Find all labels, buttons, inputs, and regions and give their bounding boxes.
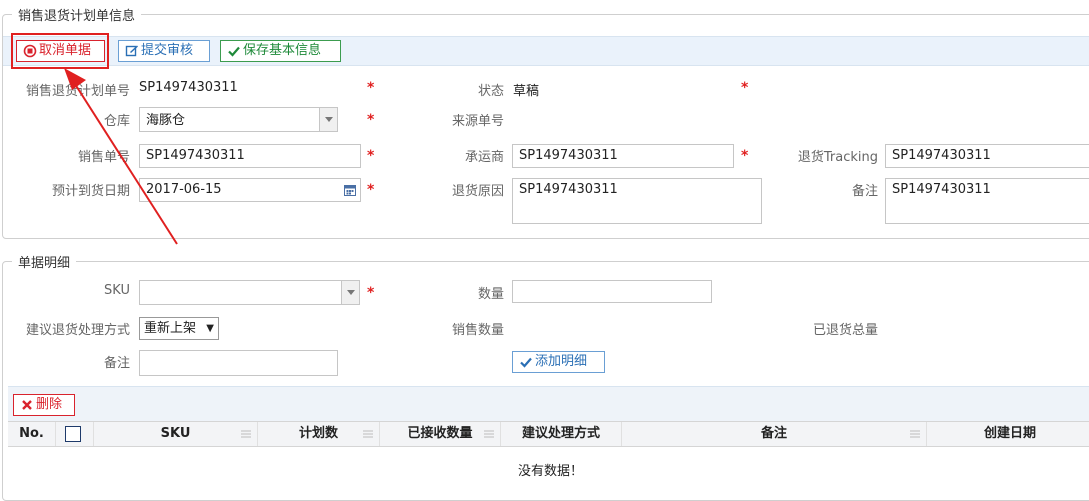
col-planned[interactable]: 计划数 bbox=[258, 422, 380, 446]
menu-icon bbox=[241, 430, 251, 438]
status-label: 状态 bbox=[477, 84, 504, 99]
col-remark[interactable]: 备注 bbox=[622, 422, 927, 446]
method-select-value: 重新上架 bbox=[144, 321, 197, 336]
remark-textarea[interactable]: SP1497430311 bbox=[885, 178, 1089, 224]
menu-icon bbox=[484, 430, 494, 438]
col-select-all[interactable] bbox=[56, 422, 94, 446]
col-method-label: 建议处理方式 bbox=[521, 426, 600, 441]
detail-remark-label: 备注 bbox=[103, 356, 130, 371]
reason-label: 退货原因 bbox=[451, 184, 504, 199]
warehouse-label: 仓库 bbox=[103, 114, 130, 129]
sales-qty-label: 销售数量 bbox=[451, 323, 504, 338]
submit-review-button[interactable]: 提交审核 bbox=[118, 40, 210, 62]
tracking-input[interactable]: SP1497430311 bbox=[885, 144, 1089, 168]
status-value: 草稿 bbox=[513, 84, 540, 99]
qty-label: 数量 bbox=[477, 287, 504, 302]
grid-toolbar bbox=[8, 386, 1089, 422]
required-mark: * bbox=[367, 285, 375, 301]
menu-icon bbox=[363, 430, 373, 438]
select-all-checkbox[interactable] bbox=[65, 426, 81, 442]
method-select[interactable]: 重新上架 ▼ bbox=[139, 317, 219, 340]
returned-total-label: 已退货总量 bbox=[812, 323, 878, 338]
arrival-date-label: 预计到货日期 bbox=[51, 184, 130, 199]
warehouse-select[interactable]: 海豚仓 bbox=[139, 107, 338, 132]
plan-info-legend: 销售退货计划单信息 bbox=[12, 5, 142, 24]
arrival-date-input[interactable]: 2017-06-15 bbox=[139, 178, 361, 202]
sales-no-label: 销售单号 bbox=[77, 150, 130, 165]
add-detail-button[interactable]: 添加明细 bbox=[512, 351, 605, 373]
required-mark: * bbox=[367, 80, 375, 96]
sales-no-input[interactable]: SP1497430311 bbox=[139, 144, 361, 168]
source-no-label: 来源单号 bbox=[451, 114, 504, 129]
col-sku-label: SKU bbox=[160, 426, 191, 441]
chevron-down-icon bbox=[319, 108, 337, 131]
check-icon bbox=[520, 357, 532, 368]
plan-no-value: SP1497430311 bbox=[139, 80, 238, 95]
save-basic-info-button[interactable]: 保存基本信息 bbox=[220, 40, 341, 62]
detail-remark-textarea[interactable] bbox=[139, 350, 338, 376]
calendar-icon[interactable] bbox=[344, 184, 356, 196]
method-label: 建议退货处理方式 bbox=[25, 323, 130, 338]
add-detail-label: 添加明细 bbox=[535, 354, 588, 369]
col-created-label: 创建日期 bbox=[983, 426, 1036, 441]
col-received-label: 已接收数量 bbox=[407, 426, 473, 441]
grid-empty-message: 没有数据！ bbox=[517, 464, 583, 479]
carrier-label: 承运商 bbox=[464, 150, 504, 165]
plan-no-label: 销售退货计划单号 bbox=[25, 84, 130, 99]
sku-select[interactable] bbox=[139, 280, 360, 305]
remark-label: 备注 bbox=[851, 184, 878, 199]
col-received[interactable]: 已接收数量 bbox=[380, 422, 501, 446]
qty-input[interactable] bbox=[512, 280, 712, 303]
edit-icon bbox=[125, 45, 138, 57]
required-mark: * bbox=[741, 148, 749, 164]
stop-circle-icon bbox=[23, 44, 37, 58]
col-created[interactable]: 创建日期 bbox=[927, 422, 1089, 446]
detail-legend: 单据明细 bbox=[12, 252, 77, 271]
save-basic-info-label: 保存基本信息 bbox=[243, 43, 322, 58]
required-mark: * bbox=[367, 112, 375, 128]
sku-label: SKU bbox=[104, 283, 130, 298]
cancel-document-button[interactable]: 取消单据 bbox=[16, 40, 105, 62]
caret-down-icon: ▼ bbox=[206, 323, 214, 334]
required-mark: * bbox=[367, 182, 375, 198]
required-mark: * bbox=[741, 80, 749, 96]
tracking-label: 退货Tracking bbox=[797, 150, 878, 165]
chevron-down-icon bbox=[341, 281, 359, 304]
col-sku[interactable]: SKU bbox=[94, 422, 258, 446]
check-icon bbox=[228, 46, 240, 57]
delete-button[interactable]: 删除 bbox=[13, 394, 75, 416]
carrier-input[interactable]: SP1497430311 bbox=[512, 144, 734, 168]
col-no[interactable]: No. bbox=[8, 422, 56, 446]
warehouse-select-value: 海豚仓 bbox=[146, 113, 186, 128]
delete-label: 删除 bbox=[36, 397, 63, 412]
col-method[interactable]: 建议处理方式 bbox=[501, 422, 622, 446]
close-icon bbox=[22, 400, 32, 410]
col-planned-label: 计划数 bbox=[298, 426, 338, 441]
grid-header: No. SKU 计划数 已接收数量 建议处理方式 备注 创建日期 bbox=[8, 421, 1089, 447]
cancel-document-label: 取消单据 bbox=[39, 43, 92, 58]
submit-review-label: 提交审核 bbox=[141, 43, 194, 58]
arrival-date-value: 2017-06-15 bbox=[146, 182, 222, 197]
menu-icon bbox=[910, 430, 920, 438]
reason-textarea[interactable]: SP1497430311 bbox=[512, 178, 762, 224]
col-remark-label: 备注 bbox=[760, 426, 787, 441]
required-mark: * bbox=[367, 148, 375, 164]
